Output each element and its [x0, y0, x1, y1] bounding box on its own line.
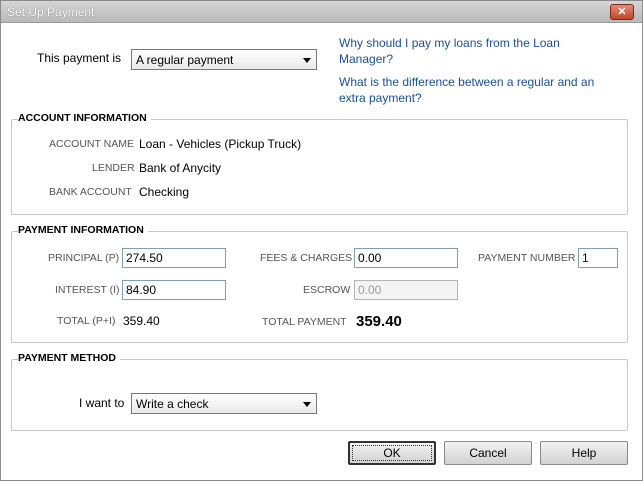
title-bar[interactable]: Set Up Payment ✕ [1, 1, 642, 23]
payment-number-input[interactable]: 1 [578, 248, 618, 268]
escrow-input: 0.00 [354, 280, 458, 300]
cancel-button-label: Cancel [469, 446, 507, 460]
window-title: Set Up Payment [7, 5, 95, 19]
payment-number-label: PAYMENT NUMBER [478, 252, 576, 264]
principal-label: PRINCIPAL (P) [48, 252, 120, 264]
payment-type-dropdown[interactable]: A regular payment [131, 49, 317, 70]
fees-charges-label: FEES & CHARGES [260, 252, 353, 264]
payment-method-label: I want to [79, 396, 125, 410]
help-button-label: Help [571, 446, 597, 460]
close-button[interactable]: ✕ [610, 4, 634, 20]
bank-account-label: BANK ACCOUNT [49, 186, 132, 198]
payment-method-title: PAYMENT METHOD [18, 352, 121, 364]
cancel-button[interactable]: Cancel [444, 441, 532, 465]
escrow-label: ESCROW [303, 284, 351, 296]
chevron-down-icon [303, 402, 311, 407]
principal-input[interactable]: 274.50 [122, 248, 226, 268]
account-information-title: ACCOUNT INFORMATION [18, 112, 151, 124]
fees-charges-input[interactable]: 0.00 [354, 248, 458, 268]
total-payment-label: TOTAL PAYMENT [262, 316, 347, 328]
payment-method-dropdown[interactable]: Write a check [131, 393, 317, 414]
set-up-payment-dialog: Set Up Payment ✕ This payment is A regul… [0, 0, 643, 481]
account-name-label: ACCOUNT NAME [49, 138, 134, 150]
interest-label: INTEREST (I) [55, 284, 120, 296]
interest-input[interactable]: 84.90 [122, 280, 226, 300]
help-button[interactable]: Help [540, 441, 628, 465]
total-pi-label: TOTAL (P+I) [57, 315, 116, 327]
payment-information-title: PAYMENT INFORMATION [18, 224, 148, 236]
payment-method-group [11, 359, 628, 431]
help-link-regular-vs-extra[interactable]: What is the difference between a regular… [339, 74, 619, 106]
account-name-value: Loan - Vehicles (Pickup Truck) [139, 137, 302, 151]
total-pi-value: 359.40 [123, 314, 160, 328]
payment-type-label: This payment is [37, 51, 122, 65]
ok-button[interactable]: OK [348, 441, 436, 465]
focus-ring [352, 445, 432, 461]
chevron-down-icon [303, 58, 311, 63]
bank-account-value: Checking [139, 185, 190, 199]
help-link-why-pay[interactable]: Why should I pay my loans from the Loan … [339, 35, 589, 67]
payment-type-selected: A regular payment [136, 53, 234, 67]
total-payment-value: 359.40 [356, 313, 402, 330]
lender-label: LENDER [92, 162, 135, 174]
payment-method-selected: Write a check [136, 397, 209, 411]
lender-value: Bank of Anycity [139, 161, 222, 175]
